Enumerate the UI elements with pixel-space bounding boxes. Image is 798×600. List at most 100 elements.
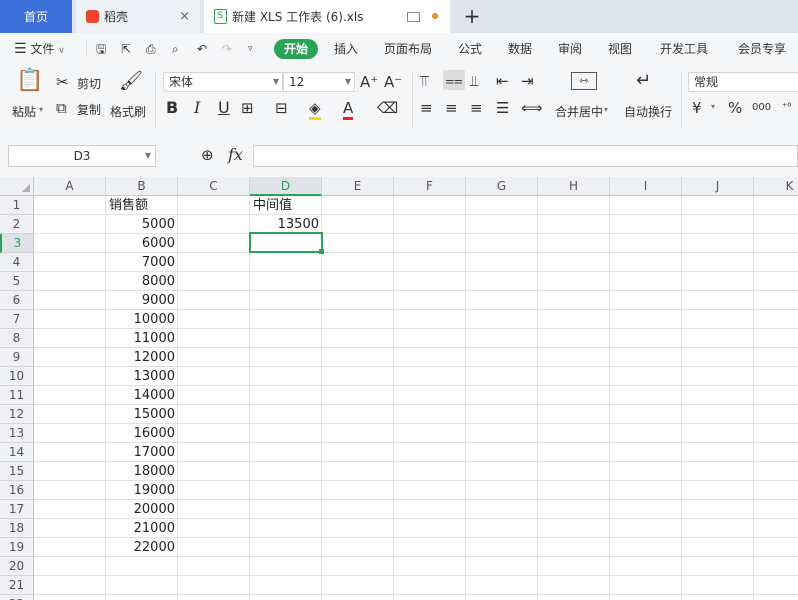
align-middle-icon[interactable]: ⩵ xyxy=(443,70,465,90)
redo-icon[interactable]: ↷ xyxy=(222,33,232,65)
active-cell-cursor[interactable] xyxy=(249,232,324,254)
file-menu[interactable]: ☰ 文件 ∨ xyxy=(14,33,65,65)
font-name-select[interactable]: 宋体 ▼ xyxy=(163,72,283,92)
font-size-select[interactable]: 12 ▼ xyxy=(283,72,355,92)
align-center-icon[interactable]: ≡ xyxy=(445,98,458,118)
column-header-a[interactable]: A xyxy=(34,177,106,196)
align-left-icon[interactable]: ≡ xyxy=(420,98,433,118)
column-header-c[interactable]: C xyxy=(178,177,250,196)
cell-b10[interactable]: 13000 xyxy=(106,367,178,386)
row-header-8[interactable]: 8 xyxy=(0,329,34,348)
cell-b14[interactable]: 17000 xyxy=(106,443,178,462)
monitor-icon[interactable] xyxy=(407,12,420,22)
increase-indent-icon[interactable]: ⇥ xyxy=(521,71,534,91)
fill-color-icon[interactable]: ◈ xyxy=(309,98,321,120)
row-header-20[interactable]: 20 xyxy=(0,557,34,576)
cell-b9[interactable]: 12000 xyxy=(106,348,178,367)
zoom-search-icon[interactable]: ⊕ xyxy=(201,146,214,164)
cell-b3[interactable]: 6000 xyxy=(106,234,178,253)
column-header-e[interactable]: E xyxy=(322,177,394,196)
cell-b6[interactable]: 9000 xyxy=(106,291,178,310)
cell-b18[interactable]: 21000 xyxy=(106,519,178,538)
name-box[interactable]: D3 ▼ xyxy=(8,145,156,167)
cell-b13[interactable]: 16000 xyxy=(106,424,178,443)
row-header-14[interactable]: 14 xyxy=(0,443,34,462)
row-header-1[interactable]: 1 xyxy=(0,196,34,215)
tab-gongshi[interactable]: 公式 xyxy=(458,33,482,65)
column-header-d[interactable]: D xyxy=(250,177,322,196)
cell-b17[interactable]: 20000 xyxy=(106,500,178,519)
align-top-icon[interactable]: ⫪ xyxy=(420,71,428,91)
print-icon[interactable]: ⎙ xyxy=(146,33,156,65)
row-header-15[interactable]: 15 xyxy=(0,462,34,481)
distributed-icon[interactable]: ⟺ xyxy=(521,98,543,118)
column-header-h[interactable]: H xyxy=(538,177,610,196)
fx-icon[interactable]: fx xyxy=(228,145,243,164)
tab-file[interactable]: S 新建 XLS 工作表 (6).xls xyxy=(204,0,450,33)
row-header-10[interactable]: 10 xyxy=(0,367,34,386)
cell-b11[interactable]: 14000 xyxy=(106,386,178,405)
thousands-separator-icon[interactable]: 000 xyxy=(752,98,771,118)
cell-d1[interactable]: 中间值 xyxy=(250,196,322,215)
cell-b5[interactable]: 8000 xyxy=(106,272,178,291)
number-format-select[interactable]: 常规 xyxy=(688,72,798,92)
align-bottom-icon[interactable]: ⫫ xyxy=(470,71,478,91)
increase-decimal-icon[interactable]: ⁺⁰ xyxy=(782,98,791,118)
row-header-18[interactable]: 18 xyxy=(0,519,34,538)
column-header-k[interactable]: K xyxy=(754,177,798,196)
share-icon[interactable]: ⇱ xyxy=(121,33,131,65)
row-header-11[interactable]: 11 xyxy=(0,386,34,405)
decrease-indent-icon[interactable]: ⇤ xyxy=(496,71,509,91)
quick-access-dropdown-icon[interactable]: ▿ xyxy=(248,33,253,65)
select-all-corner[interactable] xyxy=(0,177,34,196)
cell-b19[interactable]: 22000 xyxy=(106,538,178,557)
row-header-17[interactable]: 17 xyxy=(0,500,34,519)
fill-handle[interactable] xyxy=(319,249,324,254)
justify-icon[interactable]: ☰ xyxy=(496,98,509,118)
italic-button[interactable]: I xyxy=(194,98,200,118)
tab-huiyuanzhuanxiang[interactable]: 会员专享 xyxy=(738,33,786,65)
cell-b8[interactable]: 11000 xyxy=(106,329,178,348)
cell-b1[interactable]: 销售额 xyxy=(106,196,178,215)
percent-icon[interactable]: % xyxy=(728,98,742,118)
row-header-16[interactable]: 16 xyxy=(0,481,34,500)
tab-kaishi[interactable]: 开始 xyxy=(274,39,319,59)
row-header-9[interactable]: 9 xyxy=(0,348,34,367)
row-header-12[interactable]: 12 xyxy=(0,405,34,424)
row-header-2[interactable]: 2 xyxy=(0,215,34,234)
row-header-7[interactable]: 7 xyxy=(0,310,34,329)
font-color-icon[interactable]: A xyxy=(343,98,354,120)
row-header-5[interactable]: 5 xyxy=(0,272,34,291)
tab-charu[interactable]: 插入 xyxy=(334,33,358,65)
column-header-g[interactable]: G xyxy=(466,177,538,196)
tab-shenyue[interactable]: 审阅 xyxy=(558,33,582,65)
align-right-icon[interactable]: ≡ xyxy=(470,98,483,118)
borders-icon[interactable]: ⊞ xyxy=(241,98,254,118)
tab-shitu[interactable]: 视图 xyxy=(608,33,632,65)
row-header-13[interactable]: 13 xyxy=(0,424,34,443)
cell-b2[interactable]: 5000 xyxy=(106,215,178,234)
row-header-6[interactable]: 6 xyxy=(0,291,34,310)
row-header-4[interactable]: 4 xyxy=(0,253,34,272)
tab-shuju[interactable]: 数据 xyxy=(508,33,532,65)
save-icon[interactable]: 🖫 xyxy=(96,33,106,65)
decrease-font-icon[interactable]: A⁻ xyxy=(384,72,402,92)
undo-icon[interactable]: ↶ xyxy=(197,33,207,65)
cell-b7[interactable]: 10000 xyxy=(106,310,178,329)
tab-yemianbuju[interactable]: 页面布局 xyxy=(384,33,432,65)
tab-home[interactable]: 首页 xyxy=(0,0,72,33)
new-tab-button[interactable]: + xyxy=(458,4,486,28)
formula-input[interactable] xyxy=(253,145,798,167)
cell-b15[interactable]: 18000 xyxy=(106,462,178,481)
print-preview-icon[interactable]: ⌕ xyxy=(172,33,179,65)
row-header-3[interactable]: 3 xyxy=(0,234,34,253)
tab-kaifagongju[interactable]: 开发工具 xyxy=(660,33,708,65)
row-header-22[interactable]: 22 xyxy=(0,595,34,600)
column-header-j[interactable]: J xyxy=(682,177,754,196)
underline-button[interactable]: U xyxy=(218,98,230,118)
tab-daoke[interactable]: 稻壳 × xyxy=(76,0,200,33)
cell-b16[interactable]: 19000 xyxy=(106,481,178,500)
row-header-19[interactable]: 19 xyxy=(0,538,34,557)
cell-b4[interactable]: 7000 xyxy=(106,253,178,272)
eraser-icon[interactable]: ⌫ xyxy=(377,98,398,118)
